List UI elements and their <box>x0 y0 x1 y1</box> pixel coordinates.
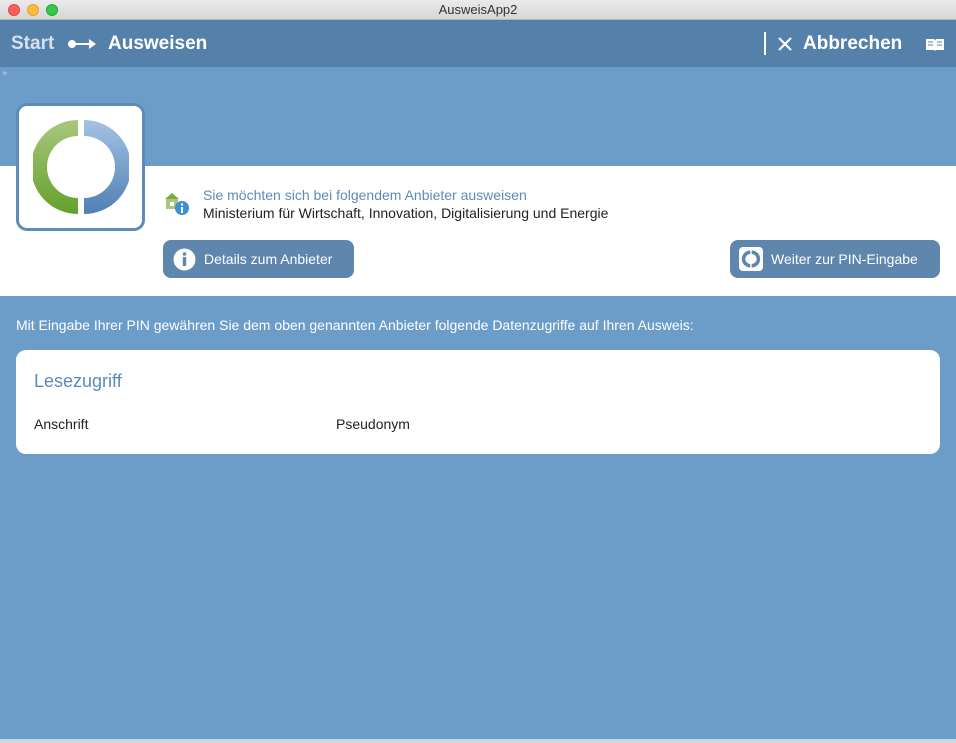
cancel-button[interactable]: Abbrechen <box>776 33 902 55</box>
navigation-bar: Start Ausweisen Abbrechen <box>0 20 956 67</box>
ausweis-logo-icon <box>739 247 763 271</box>
info-icon <box>173 248 196 270</box>
access-item-address: Anschrift <box>34 416 89 432</box>
book-icon[interactable] <box>925 37 945 52</box>
asterisk-mark: * <box>2 67 8 83</box>
provider-details-button[interactable]: Details zum Anbieter <box>163 240 354 278</box>
breadcrumb-current: Ausweisen <box>108 33 208 54</box>
window-titlebar: AusweisApp2 <box>0 0 956 20</box>
ausweis-logo-icon <box>33 120 129 214</box>
read-access-title: Lesezugriff <box>34 371 122 391</box>
breadcrumb-start[interactable]: Start <box>11 33 54 55</box>
cancel-label: Abbrechen <box>803 33 903 54</box>
continue-pin-label: Weiter zur PIN-Eingabe <box>771 251 918 267</box>
data-access-info: Mit Eingabe Ihrer PIN gewähren Sie dem o… <box>16 317 694 333</box>
arrow-right-icon <box>68 39 96 49</box>
window-title: AusweisApp2 <box>438 2 518 17</box>
nav-divider <box>764 32 766 55</box>
provider-logo <box>16 103 145 231</box>
provider-name: Ministerium für Wirtschaft, Innovation, … <box>203 205 609 221</box>
provider-question: Sie möchten sich bei folgendem Anbieter … <box>203 187 527 203</box>
close-icon <box>778 37 792 51</box>
provider-info-icon <box>165 193 189 215</box>
window-bottom-edge <box>0 739 956 743</box>
access-item-pseudonym: Pseudonym <box>336 416 410 432</box>
read-access-card: Lesezugriff Anschrift Pseudonym <box>16 350 940 454</box>
continue-pin-button[interactable]: Weiter zur PIN-Eingabe <box>730 240 940 278</box>
provider-details-label: Details zum Anbieter <box>204 251 333 267</box>
